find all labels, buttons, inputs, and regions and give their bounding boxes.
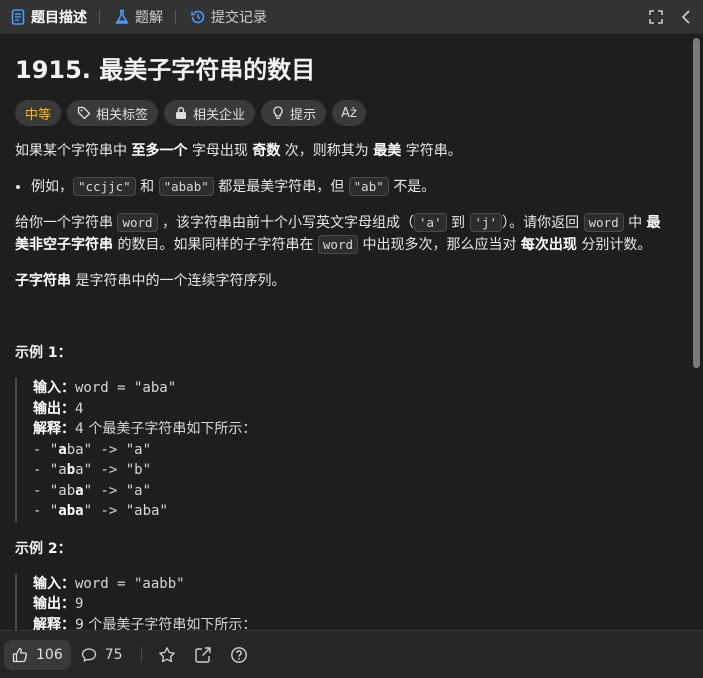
problem-title: 1915. 最美子字符串的数目 (15, 56, 316, 84)
example-1-row: - "aba" -> "b" (33, 462, 152, 478)
history-icon (190, 9, 206, 25)
tab-submissions-label: 提交记录 (211, 9, 267, 26)
tab-description[interactable]: 题目描述 (0, 0, 91, 34)
tab-description-label: 题目描述 (31, 9, 87, 26)
related-tags-button[interactable]: 相关标签 (67, 100, 159, 126)
example-1-row: - "aba" -> "a" (33, 441, 152, 458)
bullet-example: 例如，"ccjjc" 和 "abab" 都是最美字符串，但 "ab" 不是。 (31, 176, 673, 198)
problem-content: 1915. 最美子字符串的数目 中等 相关标签 相关企业 提示 Aż 如果某个字… (0, 34, 688, 630)
example-1-row: - "aba" -> "aba" (33, 503, 168, 519)
star-icon[interactable] (158, 646, 176, 664)
share-icon[interactable] (194, 646, 212, 664)
like-count: 106 (36, 646, 63, 663)
tab-submissions[interactable]: 提交记录 (180, 0, 271, 34)
description-paragraph-1: 如果某个字符串中 至多一个 字母出现 奇数 次，则称其为 最美 字符串。 (15, 143, 462, 159)
collapse-chevron-icon[interactable] (677, 8, 695, 26)
example-2-explanation: 解释：9 个最美子字符串如下所示： (33, 616, 257, 631)
tag-icon (77, 106, 91, 120)
tab-bar-actions (647, 0, 695, 34)
related-companies-label: 相关企业 (193, 107, 246, 123)
related-tags-label: 相关标签 (96, 107, 149, 123)
like-button[interactable]: 106 (4, 639, 71, 670)
description-paragraph-2: 给你一个字符串 word ，该字符串由前十个小写英文字母组成（'a' 到 'j'… (15, 213, 661, 254)
bottom-divider (140, 646, 142, 663)
example-1-title: 示例 1： (15, 345, 72, 361)
flask-icon (114, 9, 130, 25)
thumbs-up-icon (12, 647, 28, 663)
content-scrollbar[interactable] (690, 34, 703, 630)
example-1-block: 输入：word = "aba" 输出：4 解释：4 个最美子字符串如下所示： -… (15, 378, 673, 522)
example-2-block: 输入：word = "aabb" 输出：9 解释：9 个最美子字符串如下所示： (15, 573, 673, 631)
tab-solutions-label: 题解 (135, 9, 163, 26)
hint-label: 提示 (290, 107, 317, 123)
example-1-output: 输出：4 (33, 400, 84, 417)
example-2-output: 输出：9 (33, 596, 84, 612)
scrollbar-thumb[interactable] (693, 38, 700, 368)
tab-divider (175, 9, 176, 24)
lightbulb-icon (271, 106, 285, 120)
comments-button[interactable]: 75 (81, 647, 123, 663)
description-bullets: 例如，"ccjjc" 和 "abab" 都是最美字符串，但 "ab" 不是。 (15, 176, 673, 198)
tab-divider (99, 9, 100, 24)
help-icon[interactable] (230, 646, 248, 664)
example-1-input: 输入：word = "aba" (33, 380, 177, 396)
fullscreen-icon[interactable] (647, 8, 665, 26)
problem-tags: 中等 相关标签 相关企业 提示 Aż (15, 100, 673, 126)
hint-button[interactable]: 提示 (261, 100, 327, 126)
tab-solutions[interactable]: 题解 (104, 0, 167, 34)
comment-icon (81, 647, 97, 663)
translate-label: Aż (341, 105, 357, 121)
related-companies-button[interactable]: 相关企业 (164, 100, 256, 126)
example-2-input: 输入：word = "aabb" (33, 575, 185, 592)
comment-count: 75 (104, 646, 123, 663)
lock-icon (174, 106, 188, 120)
example-2-title: 示例 2： (15, 540, 72, 557)
description-paragraph-3: 子字符串 是字符串中的一个连续字符序列。 (15, 273, 286, 289)
tab-bar: 题目描述 题解 提交记录 (0, 0, 703, 34)
bottom-action-bar: 106 75 (0, 630, 703, 678)
document-icon (10, 8, 26, 25)
example-1-explanation: 解释：4 个最美子字符串如下所示： (33, 421, 257, 437)
difficulty-badge[interactable]: 中等 (15, 100, 62, 126)
translate-button[interactable]: Aż (332, 100, 366, 126)
example-1-row: - "aba" -> "a" (33, 482, 152, 499)
